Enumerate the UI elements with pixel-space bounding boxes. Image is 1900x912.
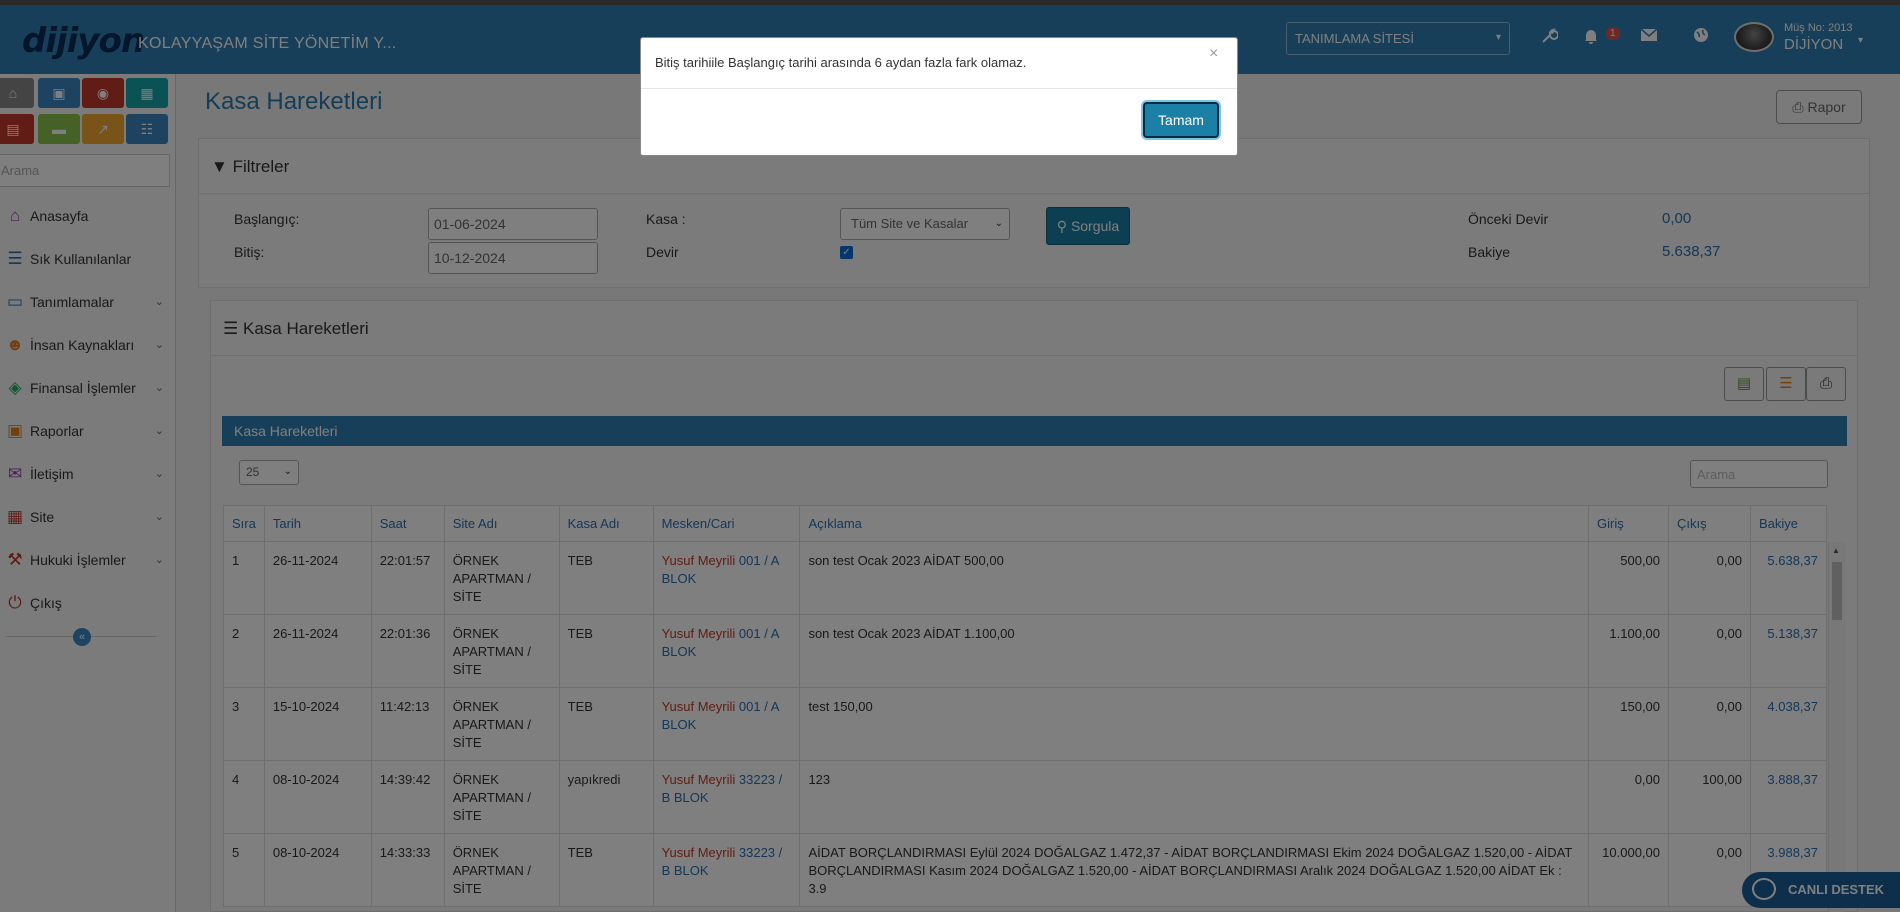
alert-message: Bitiş tarihiile Başlangıç tarihi arasınd… <box>655 55 1027 70</box>
close-icon[interactable]: × <box>1209 45 1218 63</box>
ok-button[interactable]: Tamam <box>1143 102 1219 138</box>
modal-divider <box>641 88 1237 89</box>
alert-dialog: Bitiş tarihiile Başlangıç tarihi arasınd… <box>640 37 1238 156</box>
